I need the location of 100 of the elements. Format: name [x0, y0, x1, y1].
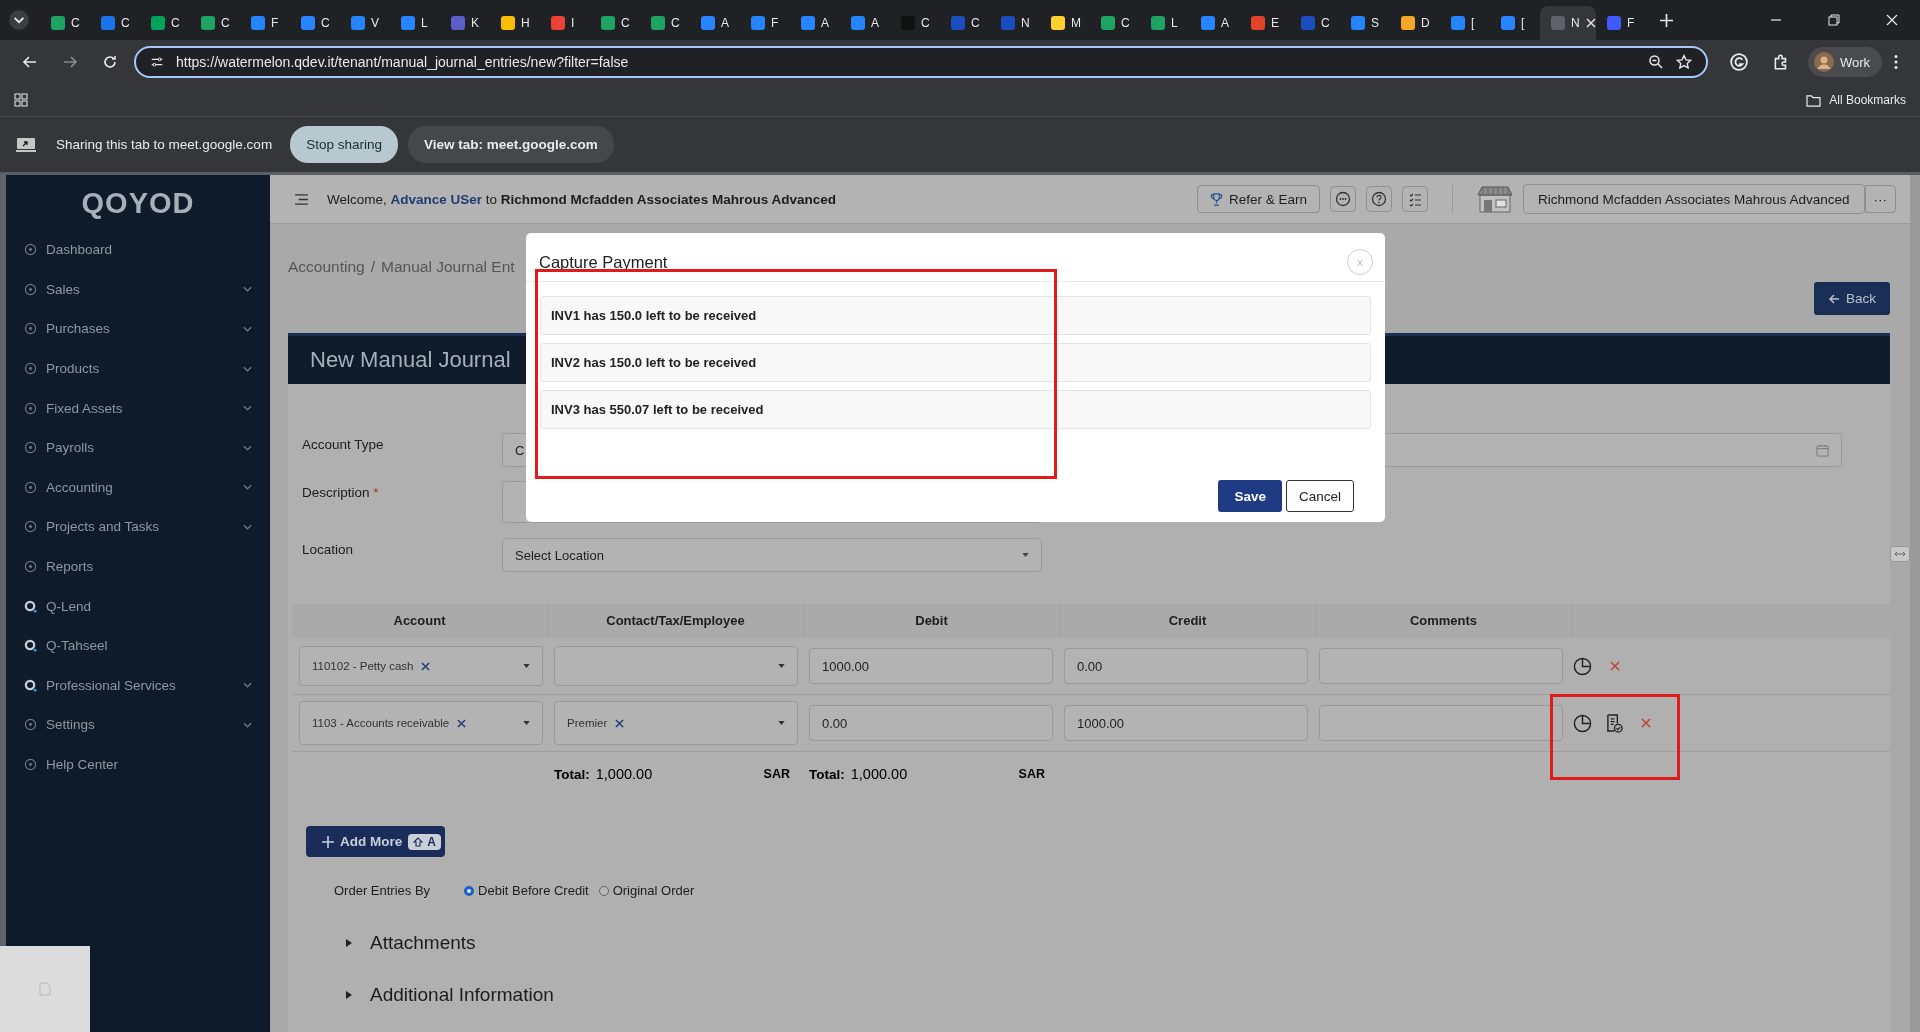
debit-input[interactable]: 0.00 [809, 705, 1053, 741]
invoice-balance-item[interactable]: INV1 has 150.0 left to be received [540, 296, 1371, 335]
zoom-icon[interactable] [1647, 54, 1664, 70]
sidebar-item[interactable]: Fixed Assets [6, 388, 270, 428]
apps-grid-icon[interactable] [14, 93, 28, 107]
browser-tab[interactable]: A [840, 6, 890, 40]
browser-tab[interactable]: [ [1440, 6, 1490, 40]
side-handle-icon[interactable] [1890, 546, 1910, 562]
star-icon[interactable] [1675, 54, 1692, 70]
reload-icon[interactable] [102, 54, 118, 70]
more-icon[interactable] [1894, 54, 1898, 70]
credit-input[interactable]: 0.00 [1064, 648, 1308, 684]
browser-tab[interactable]: F [740, 6, 790, 40]
delete-icon[interactable] [1610, 661, 1620, 671]
browser-tab[interactable]: N [1540, 6, 1596, 40]
sidebar-item[interactable]: Help Center [6, 744, 270, 785]
invoice-balance-item[interactable]: INV2 has 150.0 left to be received [540, 343, 1371, 382]
browser-tab[interactable]: C [940, 6, 990, 40]
stop-sharing-button[interactable]: Stop sharing [290, 126, 398, 163]
sidebar-item[interactable]: Projects and Tasks [6, 507, 270, 547]
sidebar-item[interactable]: Q-Tahseel [6, 625, 270, 666]
browser-tab[interactable]: C [890, 6, 940, 40]
sidebar-item[interactable]: Reports [6, 546, 270, 587]
save-button[interactable]: Save [1218, 480, 1282, 512]
checklist-icon[interactable] [1402, 186, 1429, 212]
remove-icon[interactable] [421, 661, 431, 671]
sidebar-item[interactable]: Accounting [6, 467, 270, 508]
browser-tab[interactable]: [ [1490, 6, 1540, 40]
close-icon[interactable] [1886, 14, 1898, 26]
address-bar[interactable]: https://watermelon.qdev.it/tenant/manual_journal_entries/new?filter=false [134, 46, 1708, 78]
help-icon[interactable] [1366, 186, 1393, 212]
bookmarks-button[interactable]: All Bookmarks [1806, 93, 1906, 107]
radio-button[interactable] [464, 885, 475, 896]
browser-tab[interactable]: C [90, 6, 140, 40]
browser-tab[interactable]: H [490, 6, 540, 40]
browser-tab[interactable]: L [390, 6, 440, 40]
site-settings-icon[interactable] [150, 55, 164, 69]
date-field[interactable] [1382, 433, 1842, 467]
browser-tab[interactable]: C [290, 6, 340, 40]
browser-tab[interactable]: D [1390, 6, 1440, 40]
browser-tab[interactable]: F [240, 6, 290, 40]
browser-tab[interactable]: A [790, 6, 840, 40]
new-tab-icon[interactable] [1660, 13, 1673, 27]
browser-tab[interactable]: N [990, 6, 1040, 40]
browser-tab[interactable]: C [40, 6, 90, 40]
browser-tab[interactable]: V [340, 6, 390, 40]
close-icon[interactable] [1585, 18, 1596, 28]
profile-button[interactable]: Work [1807, 47, 1882, 77]
restore-icon[interactable] [1828, 14, 1840, 26]
browser-tab[interactable]: C [1090, 6, 1140, 40]
pie-chart-icon[interactable] [1573, 656, 1592, 676]
location-select[interactable]: Select Location [502, 538, 1042, 572]
sidebar-item[interactable]: Sales [6, 269, 270, 310]
browser-tab[interactable]: C [190, 6, 240, 40]
delete-icon[interactable] [1641, 718, 1651, 728]
comments-input[interactable] [1319, 705, 1563, 741]
sidebar-item[interactable]: Purchases [6, 309, 270, 349]
browser-tab[interactable]: C [640, 6, 690, 40]
chat-icon[interactable] [1330, 186, 1357, 212]
browser-tab[interactable]: C [140, 6, 190, 40]
sidebar-item[interactable]: Payrolls [6, 427, 270, 468]
tab-search-icon[interactable] [8, 9, 30, 31]
sidebar-item[interactable]: Dashboard [6, 230, 270, 270]
browser-tab[interactable]: A [1190, 6, 1240, 40]
pie-chart-icon[interactable] [1573, 713, 1592, 733]
sidebar-item[interactable]: Professional Services [6, 665, 270, 706]
browser-tab[interactable]: A [690, 6, 740, 40]
cancel-button[interactable]: Cancel [1285, 480, 1354, 512]
browser-tab[interactable]: C [590, 6, 640, 40]
section-toggle[interactable]: Additional Information [346, 980, 1890, 1010]
remove-icon[interactable] [615, 718, 625, 728]
scrollbar[interactable] [1910, 175, 1920, 1032]
comments-input[interactable] [1319, 648, 1563, 684]
menu-icon[interactable] [294, 193, 309, 205]
view-tab-button[interactable]: View tab: meet.google.com [407, 126, 614, 163]
section-toggle[interactable]: Attachments [346, 928, 1890, 958]
add-more-button[interactable]: Add More A [306, 826, 445, 857]
radio-button[interactable] [598, 885, 609, 896]
sidebar-item[interactable]: Products [6, 348, 270, 389]
credit-input[interactable]: 1000.00 [1064, 705, 1308, 741]
contact-select[interactable]: Premier [554, 701, 798, 745]
remove-icon[interactable] [457, 718, 467, 728]
browser-tab[interactable]: L [1140, 6, 1190, 40]
browser-tab[interactable]: S [1340, 6, 1390, 40]
debit-input[interactable]: 1000.00 [809, 648, 1053, 684]
extension-icon[interactable] [1729, 53, 1748, 71]
forward-arrow-icon[interactable] [62, 54, 78, 70]
radio-option[interactable]: Original Order [598, 883, 695, 898]
browser-tab[interactable]: M [1040, 6, 1090, 40]
browser-tab[interactable]: E [1240, 6, 1290, 40]
more-button[interactable]: ··· [1864, 185, 1896, 213]
browser-tab[interactable]: F [1596, 6, 1646, 40]
company-switcher-button[interactable]: Richmond Mcfadden Associates Mahrous Advanced [1523, 184, 1865, 214]
account-select[interactable]: 1103 - Accounts receivable [299, 701, 543, 745]
browser-tab[interactable]: K [440, 6, 490, 40]
sidebar-item[interactable]: Settings [6, 705, 270, 745]
account-select[interactable]: 110102 - Petty cash [299, 646, 543, 686]
receipt-check-icon[interactable] [1606, 713, 1623, 733]
back-arrow-icon[interactable] [22, 54, 38, 70]
refer-earn-button[interactable]: Refer & Earn [1197, 185, 1321, 213]
